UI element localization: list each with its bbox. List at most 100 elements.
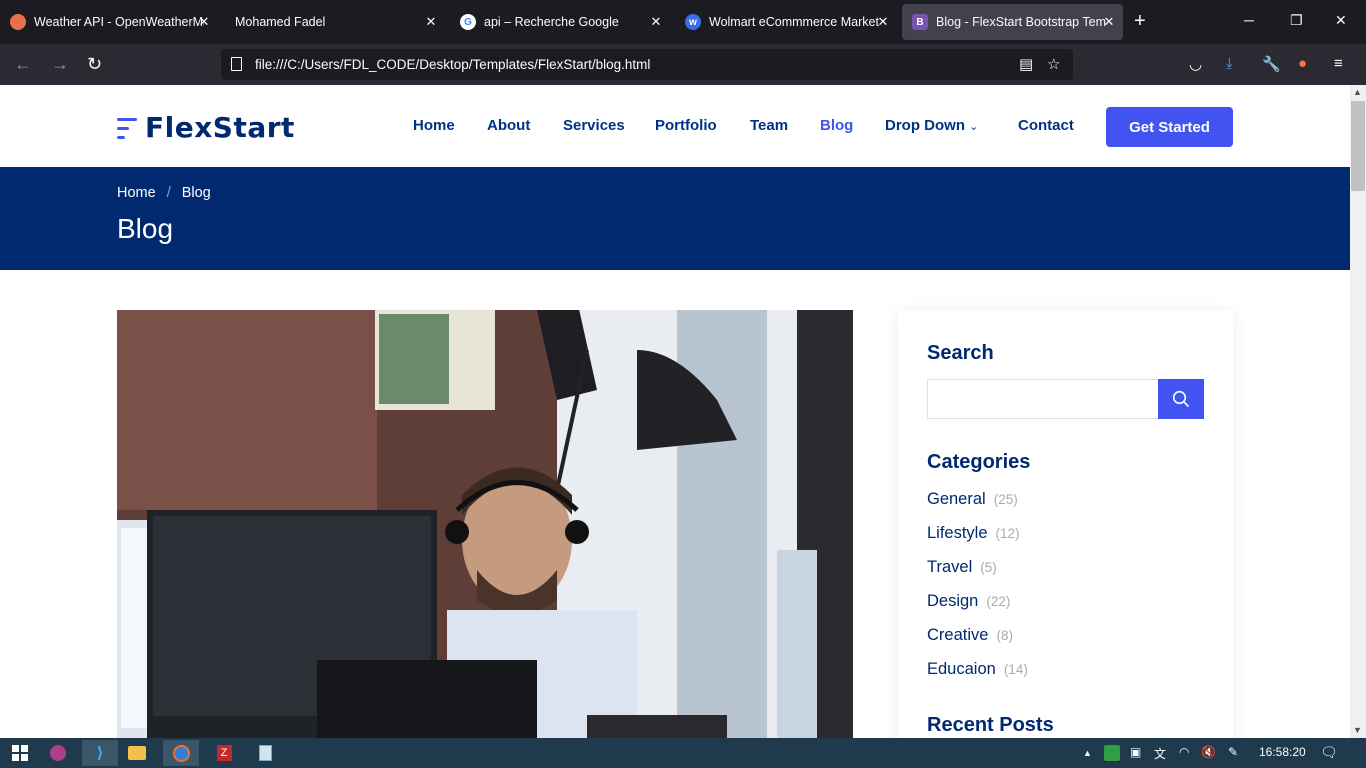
- language-icon[interactable]: 文: [1154, 745, 1166, 762]
- filezilla-icon[interactable]: Z: [206, 740, 242, 766]
- hamburger-menu-icon[interactable]: ≡: [1334, 55, 1343, 72]
- tray-app-green-icon[interactable]: [1104, 745, 1120, 761]
- download-icon[interactable]: ⤓: [1226, 55, 1233, 72]
- show-hidden-icons-icon[interactable]: ▲: [1083, 748, 1092, 758]
- tab-title: Wolmart eCommmerce Market: [709, 15, 879, 29]
- site-logo[interactable]: FlexStart: [117, 111, 295, 144]
- file-explorer-icon[interactable]: [119, 740, 155, 766]
- browser-tab-weather[interactable]: Weather API - OpenWeatherMa ✕: [0, 4, 218, 40]
- clock[interactable]: 16:58:20: [1259, 745, 1306, 759]
- windows-start-icon[interactable]: [2, 740, 38, 766]
- scrollbar-thumb[interactable]: [1351, 101, 1365, 191]
- bookmark-star-icon[interactable]: ☆: [1047, 55, 1060, 73]
- recent-posts-title: Recent Posts: [927, 714, 1054, 736]
- browser-tab-bar: Weather API - OpenWeatherMa ✕ Mohamed Fa…: [0, 0, 1366, 44]
- forward-arrow-icon[interactable]: →: [51, 54, 69, 74]
- chevron-down-icon: ⌄: [969, 121, 979, 133]
- category-name: Design: [927, 592, 979, 610]
- category-creative[interactable]: Creative (8): [927, 626, 1013, 645]
- nav-services[interactable]: Services: [563, 117, 625, 134]
- category-count: (8): [996, 628, 1013, 643]
- restore-icon[interactable]: ❐: [1290, 12, 1303, 29]
- site-header: FlexStart Home About Services Portfolio …: [0, 85, 1350, 167]
- search-button[interactable]: [1158, 379, 1204, 419]
- get-started-button[interactable]: Get Started: [1106, 107, 1233, 147]
- category-name: General: [927, 490, 986, 508]
- wolmart-favicon-icon: w: [685, 14, 701, 30]
- category-count: (14): [1003, 662, 1028, 677]
- blog-post-image[interactable]: [117, 310, 853, 738]
- close-icon[interactable]: ✕: [648, 14, 664, 30]
- volume-muted-icon[interactable]: 🔇: [1201, 745, 1216, 759]
- nav-team[interactable]: Team: [750, 117, 788, 134]
- tab-title: Blog - FlexStart Bootstrap Temp: [936, 15, 1106, 29]
- window-close-icon[interactable]: ✕: [1335, 12, 1347, 29]
- category-name: Creative: [927, 626, 989, 644]
- address-bar[interactable]: file:///C:/Users/FDL_CODE/Desktop/Templa…: [221, 49, 1073, 80]
- nav-home[interactable]: Home: [413, 117, 455, 134]
- browser-toolbar: ← → ↻ file:///C:/Users/FDL_CODE/Desktop/…: [0, 44, 1366, 85]
- new-tab-icon[interactable]: +: [1134, 11, 1146, 31]
- pocket-icon[interactable]: ◡: [1189, 55, 1202, 73]
- close-icon[interactable]: ✕: [1101, 14, 1117, 30]
- pen-icon[interactable]: ✎: [1228, 745, 1238, 759]
- category-name: Lifestyle: [927, 524, 988, 542]
- browser-tab-mohamed[interactable]: Mohamed Fadel ✕: [225, 4, 445, 40]
- minimize-icon[interactable]: ─: [1244, 12, 1254, 28]
- reload-icon[interactable]: ↻: [87, 54, 102, 74]
- category-name: Educaion: [927, 660, 996, 678]
- page-scrollbar[interactable]: ▲ ▼: [1350, 85, 1366, 738]
- nav-contact[interactable]: Contact: [1018, 117, 1074, 134]
- extension-fox-icon[interactable]: ●: [1298, 55, 1307, 72]
- tray-device-icon[interactable]: ▣: [1130, 745, 1141, 759]
- scroll-up-arrow-icon[interactable]: ▲: [1353, 87, 1362, 97]
- wrench-icon[interactable]: 🔧: [1262, 55, 1281, 73]
- category-design[interactable]: Design (22): [927, 592, 1010, 611]
- blog-sidebar: Search Categories General (25) Lifestyle…: [898, 310, 1233, 738]
- search-icon: [1172, 390, 1190, 408]
- app-pink-icon[interactable]: [40, 740, 76, 766]
- nav-about[interactable]: About: [487, 117, 530, 134]
- windows-logo-icon: [12, 745, 28, 761]
- category-count: (22): [986, 594, 1011, 609]
- categories-title: Categories: [927, 451, 1031, 473]
- breadcrumb-home[interactable]: Home: [117, 185, 156, 201]
- search-input[interactable]: [927, 379, 1204, 419]
- nav-dropdown[interactable]: Drop Down ⌄: [885, 117, 978, 134]
- tab-title: Weather API - OpenWeatherMa: [34, 15, 204, 29]
- page-icon: [231, 57, 242, 71]
- url-text[interactable]: file:///C:/Users/FDL_CODE/Desktop/Templa…: [255, 57, 650, 72]
- search-title: Search: [927, 342, 994, 364]
- scroll-down-arrow-icon[interactable]: ▼: [1353, 725, 1362, 735]
- close-icon[interactable]: ✕: [196, 14, 212, 30]
- page-title: Blog: [117, 213, 174, 244]
- search-field[interactable]: [928, 380, 1156, 418]
- office-worker-illustration: [117, 310, 853, 738]
- browser-tab-blog[interactable]: B Blog - FlexStart Bootstrap Temp ✕: [902, 4, 1123, 40]
- nav-blog[interactable]: Blog: [820, 117, 853, 134]
- nav-portfolio[interactable]: Portfolio: [655, 117, 717, 134]
- category-lifestyle[interactable]: Lifestyle (12): [927, 524, 1020, 543]
- back-arrow-icon[interactable]: ←: [14, 54, 32, 74]
- weather-favicon-icon: [10, 14, 26, 30]
- close-icon[interactable]: ✕: [423, 14, 439, 30]
- close-icon[interactable]: ✕: [875, 14, 891, 30]
- reader-view-icon[interactable]: ▤: [1019, 55, 1033, 73]
- category-education[interactable]: Educaion (14): [927, 660, 1028, 679]
- breadcrumb: Home / Blog: [117, 185, 211, 201]
- browser-tab-wolmart[interactable]: w Wolmart eCommmerce Market ✕: [675, 4, 897, 40]
- wifi-icon[interactable]: ◠: [1179, 745, 1189, 759]
- logo-bars-icon: [117, 115, 137, 141]
- category-count: (5): [980, 560, 997, 575]
- category-travel[interactable]: Travel (5): [927, 558, 997, 577]
- logo-text: FlexStart: [145, 111, 295, 144]
- vscode-icon[interactable]: ⟩: [82, 740, 118, 766]
- firefox-icon[interactable]: [163, 740, 199, 766]
- browser-tab-google[interactable]: G api – Recherche Google ✕: [450, 4, 670, 40]
- category-name: Travel: [927, 558, 973, 576]
- notifications-icon[interactable]: 🗨: [1320, 744, 1338, 761]
- bootstrap-favicon-icon: B: [912, 14, 928, 30]
- breadcrumb-separator: /: [166, 185, 171, 201]
- notepad-icon[interactable]: [247, 740, 283, 766]
- category-general[interactable]: General (25): [927, 490, 1018, 509]
